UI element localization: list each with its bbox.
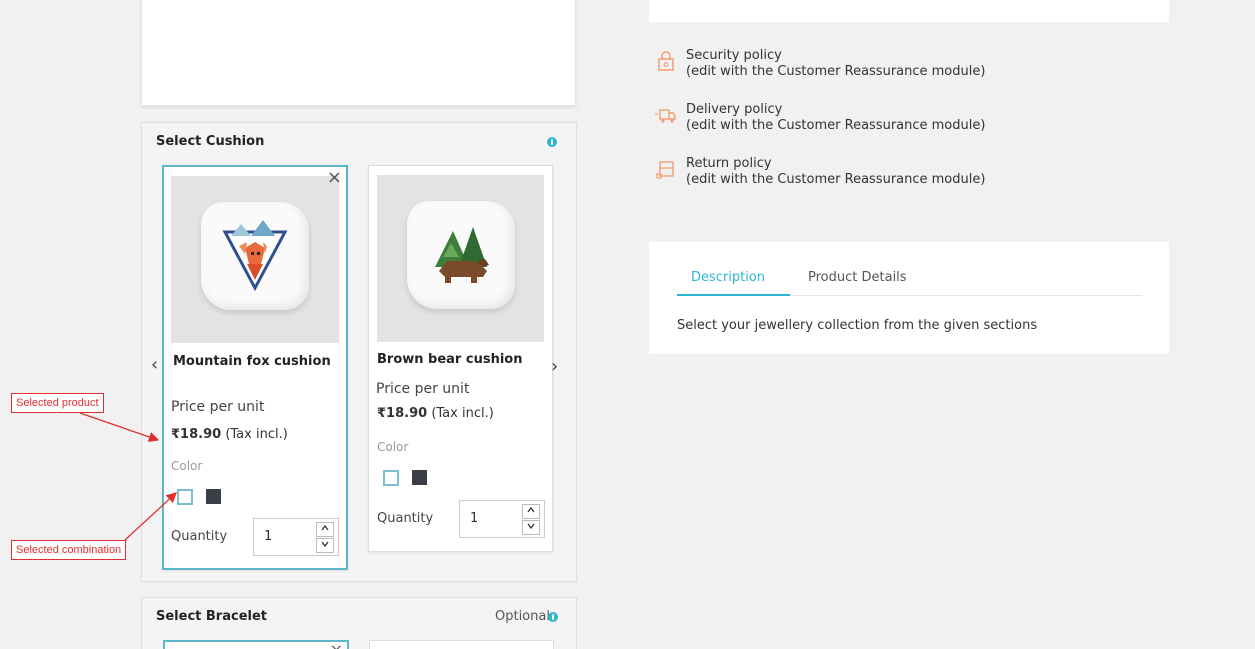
reassurance-delivery: Delivery policy (edit with the Customer …: [655, 102, 1055, 142]
product-tabs-card: Description Product Details Select your …: [649, 242, 1169, 354]
return-box-icon: [656, 161, 674, 179]
reassurance-title: Return policy: [686, 156, 772, 171]
reassurance-title: Security policy: [686, 48, 782, 63]
reassurance-return: Return policy (edit with the Customer Re…: [655, 156, 1055, 196]
tab-product-details[interactable]: Product Details: [808, 270, 907, 285]
tab-description[interactable]: Description: [691, 270, 765, 285]
reassurance-title: Delivery policy: [686, 102, 783, 117]
reassurance-subtitle: (edit with the Customer Reassurance modu…: [686, 118, 986, 133]
reassurance-subtitle: (edit with the Customer Reassurance modu…: [686, 172, 986, 187]
arrow-to-combination: [124, 492, 177, 541]
active-tab-indicator: [677, 294, 790, 296]
reassurance-security: Security policy (edit with the Customer …: [655, 48, 1055, 88]
description-text: Select your jewellery collection from th…: [677, 318, 1038, 333]
truck-icon: [655, 109, 676, 123]
arrow-to-product: [79, 412, 160, 442]
tab-divider: [790, 295, 1142, 296]
reassurance-subtitle: (edit with the Customer Reassurance modu…: [686, 64, 986, 79]
lock-icon: [658, 51, 674, 71]
